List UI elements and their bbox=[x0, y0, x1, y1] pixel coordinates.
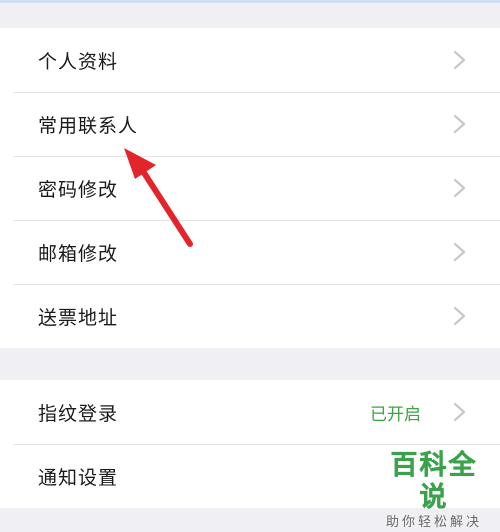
settings-row-ticket-address[interactable]: 送票地址 bbox=[0, 284, 500, 348]
settings-row-contacts[interactable]: 常用联系人 bbox=[0, 92, 500, 156]
settings-row-email[interactable]: 邮箱修改 bbox=[0, 220, 500, 284]
settings-row-label: 密码修改 bbox=[38, 178, 119, 201]
settings-row-label: 指纹登录 bbox=[38, 402, 119, 425]
chevron-right-icon bbox=[453, 114, 466, 134]
watermark-title: 百科全说 bbox=[390, 450, 478, 513]
chevron-right-icon bbox=[453, 402, 466, 422]
chevron-right-icon bbox=[453, 306, 466, 326]
settings-row-label: 邮箱修改 bbox=[38, 242, 119, 265]
top-accent-bar bbox=[0, 0, 500, 3]
settings-row-label: 通知设置 bbox=[38, 466, 119, 489]
watermark-subtitle: 助你轻松解决 bbox=[385, 515, 482, 530]
settings-row-label: 个人资料 bbox=[38, 50, 119, 73]
chevron-right-icon bbox=[453, 50, 466, 70]
settings-row-profile[interactable]: 个人资料 bbox=[0, 28, 500, 92]
settings-row-label: 常用联系人 bbox=[38, 114, 139, 137]
status-text: 已开启 bbox=[370, 404, 421, 425]
settings-row-fingerprint-login[interactable]: 指纹登录 已开启 bbox=[0, 380, 500, 444]
chevron-right-icon bbox=[453, 242, 466, 262]
settings-row-password[interactable]: 密码修改 bbox=[0, 156, 500, 220]
settings-row-label: 送票地址 bbox=[38, 306, 119, 329]
settings-group-account: 个人资料 常用联系人 密码修改 邮箱修改 送票地址 bbox=[0, 28, 500, 348]
chevron-right-icon bbox=[453, 178, 466, 198]
watermark-logo: 百科全说 助你轻松解决 bbox=[378, 450, 490, 532]
